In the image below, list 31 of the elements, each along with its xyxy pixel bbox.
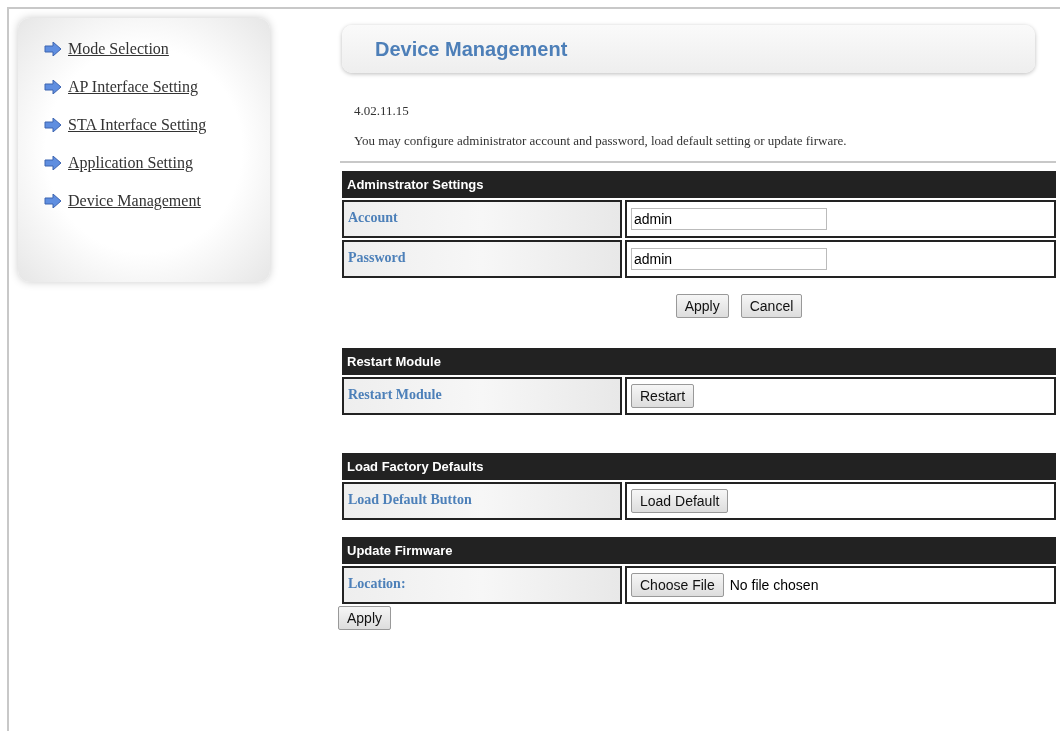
action-button[interactable]: Load Default (631, 489, 729, 513)
field-label: Restart Module (342, 377, 622, 415)
sidebar-link[interactable]: STA Interface Setting (68, 116, 207, 134)
choose-file-button[interactable]: Choose File (631, 573, 724, 597)
page-title: Device Management (375, 37, 568, 61)
section-header: Restart Module (342, 348, 1056, 375)
sidebar-link[interactable]: Device Management (68, 192, 201, 210)
field-label: Password (342, 240, 622, 278)
file-status: No file chosen (729, 577, 819, 593)
description-text: You may configure administrator account and password, load default setting or update firware. (354, 133, 848, 149)
section-header: Load Factory Defaults (342, 453, 1056, 480)
arrow-icon (44, 80, 62, 94)
section-header: Update Firmware (342, 537, 1056, 564)
arrow-icon (44, 118, 62, 132)
action-button[interactable]: Cancel (740, 294, 803, 318)
arrow-icon (44, 194, 62, 208)
arrow-icon (44, 42, 62, 56)
action-button[interactable]: Apply (675, 294, 729, 318)
version-text: 4.02.11.15 (354, 103, 410, 119)
sidebar-link[interactable]: AP Interface Setting (68, 78, 199, 96)
field-label: Load Default Button (342, 482, 622, 520)
arrow-icon (44, 156, 62, 170)
action-button[interactable]: Restart (631, 384, 695, 408)
text-field[interactable]: admin (631, 208, 827, 230)
section-header: Adminstrator Settings (342, 171, 1056, 198)
field-label: Account (342, 200, 622, 238)
field-label: Location: (342, 566, 622, 604)
sidebar-link[interactable]: Application Setting (68, 154, 193, 172)
action-button[interactable]: Apply (338, 606, 392, 630)
text-field[interactable]: admin (631, 248, 827, 270)
sidebar-link[interactable]: Mode Selection (68, 40, 169, 58)
